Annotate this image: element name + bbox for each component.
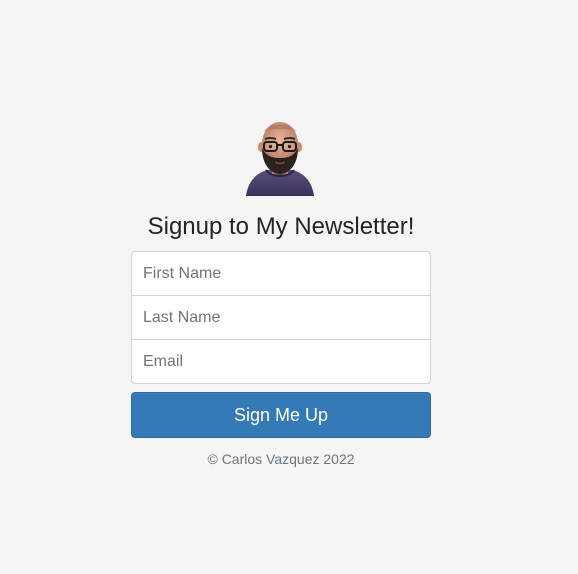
copyright-footer: © Carlos Vazquez 2022 xyxy=(207,451,355,467)
signup-page: Signup to My Newsletter! Sign Me Up © Ca… xyxy=(0,0,578,574)
email-input[interactable] xyxy=(131,339,431,384)
page-title: Signup to My Newsletter! xyxy=(147,213,415,240)
last-name-input[interactable] xyxy=(131,295,431,340)
first-name-input[interactable] xyxy=(131,251,431,296)
bearded-man-avatar-icon xyxy=(246,122,314,196)
signup-form xyxy=(131,251,431,384)
sign-me-up-button[interactable]: Sign Me Up xyxy=(131,392,431,438)
